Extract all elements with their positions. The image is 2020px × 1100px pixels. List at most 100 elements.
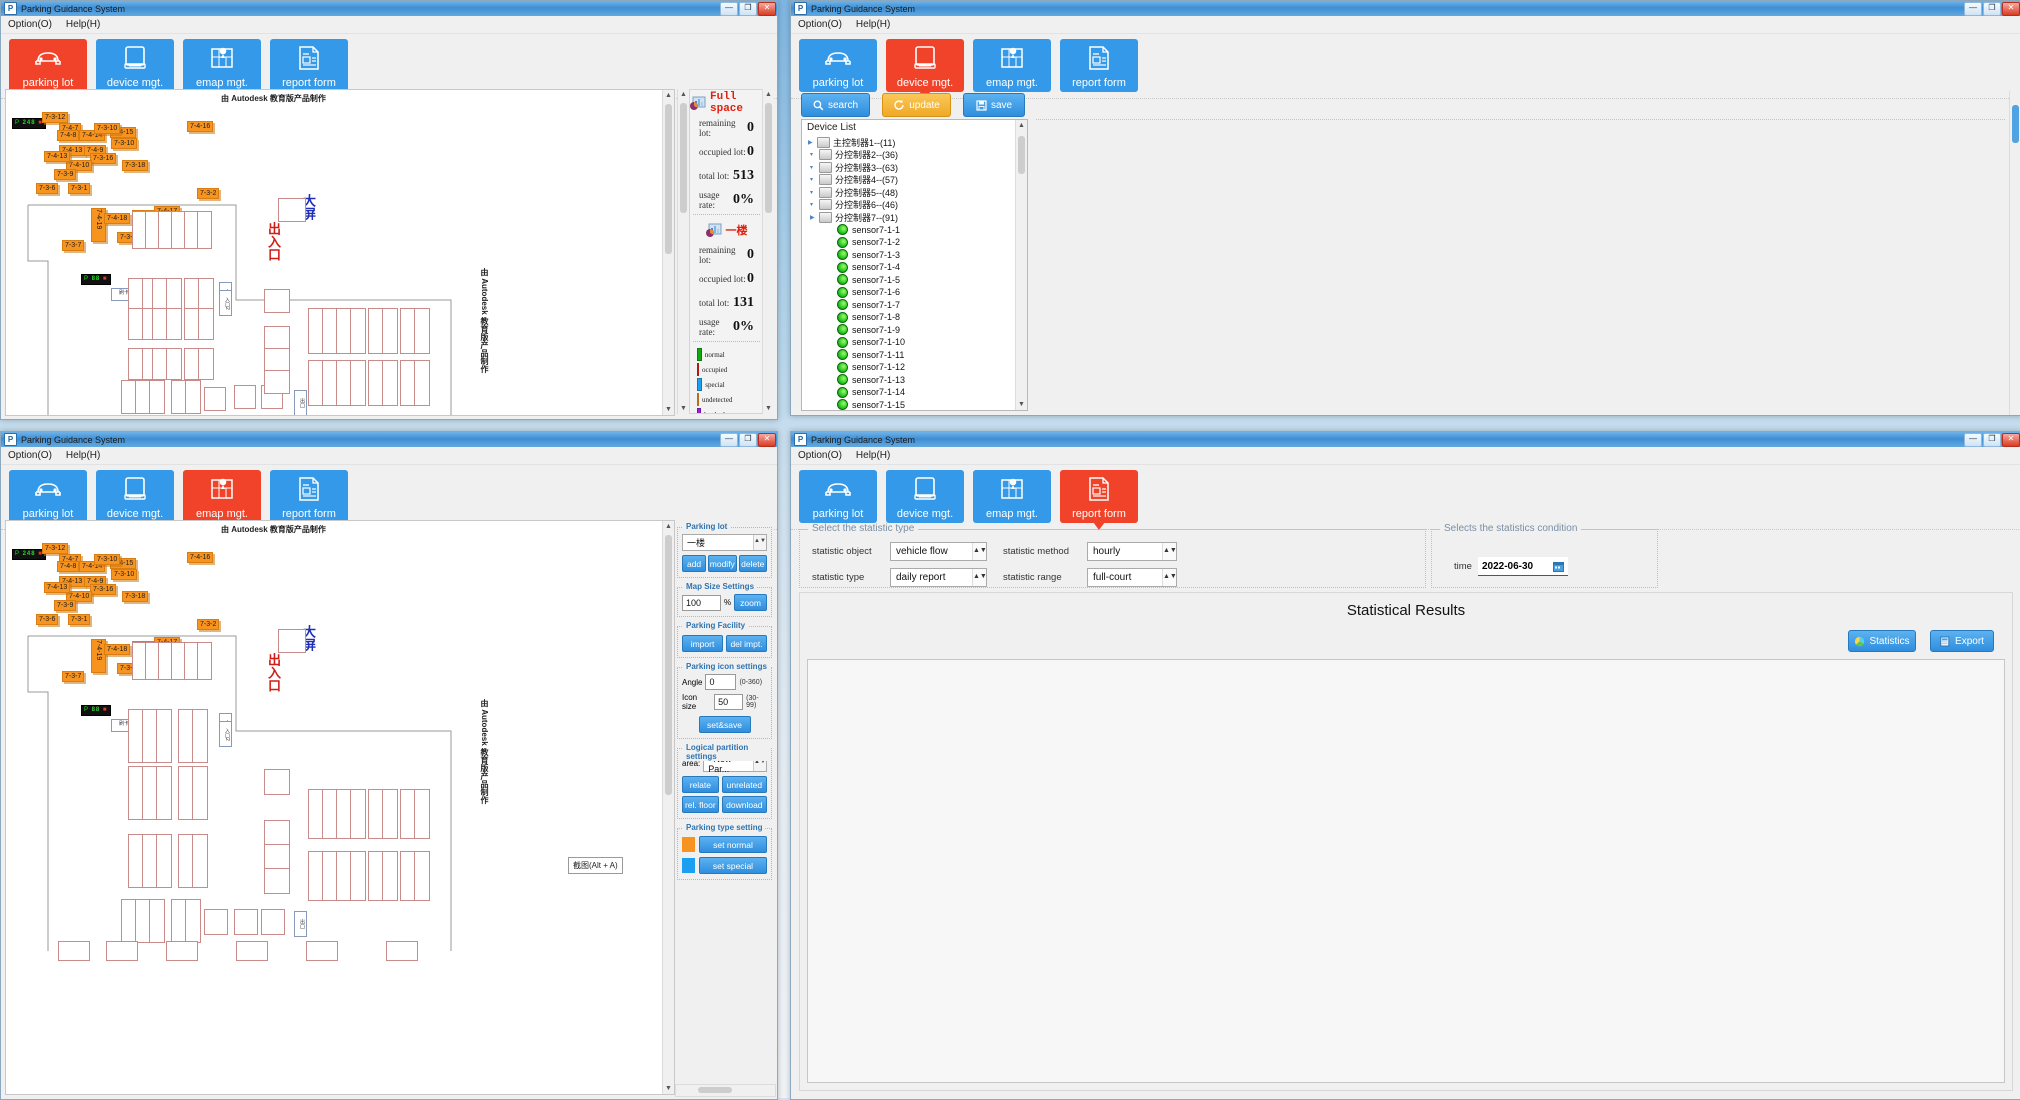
delete-button[interactable]: delete [738, 555, 767, 572]
parking-slot[interactable] [382, 789, 398, 839]
calendar-icon[interactable] [1552, 561, 1564, 572]
nav-parking-lot[interactable]: parking lot [9, 39, 87, 99]
minimize-button[interactable]: — [1964, 433, 1982, 447]
scroll-down-arrow[interactable]: ▼ [1016, 399, 1027, 410]
nav-parking-lot[interactable]: parking lot [799, 39, 877, 92]
chevron-down-icon[interactable]: ▾ [810, 189, 819, 196]
nav-device-mgt[interactable]: device mgt. [886, 470, 964, 523]
nav-device-mgt[interactable]: device mgt. [886, 39, 964, 99]
parking-slot[interactable] [350, 789, 366, 839]
tree-node-controller[interactable]: ▾ 分控制器2--(36) [802, 149, 1014, 162]
parking-slot[interactable] [204, 909, 228, 935]
chevron-down-icon[interactable]: ▾ [810, 151, 819, 158]
update-button[interactable]: update [882, 93, 951, 117]
normal-color-swatch[interactable] [682, 837, 695, 852]
parking-slot[interactable] [264, 289, 290, 313]
device-list-scrollbar[interactable]: ▲ ▼ [1015, 120, 1027, 410]
info-outer-scrollbar-right[interactable]: ▲ ▼ [762, 89, 774, 414]
statistic-object-select[interactable]: vehicle flow ▲▼ [890, 542, 987, 561]
parking-slot[interactable] [414, 851, 430, 901]
statistic-type-select[interactable]: daily report ▲▼ [890, 568, 987, 587]
parking-slot[interactable] [264, 844, 290, 870]
maximize-button[interactable]: ❐ [1983, 433, 2001, 447]
spinner-arrows[interactable]: ▲▼ [972, 543, 987, 560]
scroll-up-arrow[interactable]: ▲ [1016, 120, 1027, 131]
parking-slot[interactable] [414, 360, 430, 406]
tree-node-sensor[interactable]: sensor7-1-9 [802, 324, 1014, 337]
nav-report-form[interactable]: report form [1060, 470, 1138, 530]
menu-option[interactable]: Option(O) [8, 450, 52, 461]
rel-floor-button[interactable]: rel. floor [682, 796, 719, 813]
spinner-arrows[interactable]: ▲▼ [753, 535, 766, 550]
parking-slot[interactable] [166, 278, 182, 310]
tree-node-sensor[interactable]: sensor7-1-3 [802, 249, 1014, 262]
scroll-up-arrow[interactable]: ▲ [663, 521, 674, 532]
nav-emap-mgt[interactable]: emap mgt. [183, 39, 261, 92]
parking-slot[interactable] [156, 709, 172, 763]
export-button[interactable]: Export [1930, 630, 1994, 652]
maximize-button[interactable]: ❐ [1983, 2, 2001, 16]
results-table-area[interactable] [807, 659, 2005, 1083]
emap-vertical-scrollbar[interactable]: ▲ ▼ [662, 521, 674, 1094]
parking-slot[interactable] [382, 851, 398, 901]
set-special-button[interactable]: set special [699, 857, 767, 874]
menu-option[interactable]: Option(O) [798, 450, 842, 461]
parking-slot[interactable] [264, 370, 290, 394]
save-button[interactable]: save [963, 93, 1025, 117]
parking-slot[interactable] [198, 348, 214, 380]
chevron-right-icon[interactable]: ▶ [810, 214, 819, 221]
chevron-down-icon[interactable]: ▾ [810, 164, 819, 171]
tree-node-controller[interactable]: ▶ 主控制器1--(11) [802, 136, 1014, 149]
parking-slot[interactable] [414, 308, 430, 354]
maximize-button[interactable]: ❐ [739, 433, 757, 447]
scroll-up-arrow[interactable]: ▲ [763, 89, 774, 100]
parking-slot[interactable] [204, 387, 226, 411]
scroll-down-arrow[interactable]: ▼ [663, 404, 674, 415]
menu-help[interactable]: Help(H) [856, 450, 890, 461]
statistic-method-select[interactable]: hourly ▲▼ [1087, 542, 1177, 561]
time-input[interactable]: 2022-06-30 [1477, 557, 1568, 576]
emap-canvas[interactable]: 由 Autodesk 教育版产品制作 由 Autodesk 教育版产品制作 P … [6, 521, 662, 1094]
parking-slot[interactable] [106, 941, 138, 961]
tree-node-sensor[interactable]: sensor7-1-6 [802, 286, 1014, 299]
parking-slot[interactable] [58, 941, 90, 961]
scroll-up-arrow[interactable]: ▲ [663, 90, 674, 101]
parking-slot[interactable] [166, 308, 182, 340]
tree-node-sensor[interactable]: sensor7-1-13 [802, 374, 1014, 387]
nav-emap-mgt[interactable]: emap mgt. [183, 470, 261, 530]
nav-report-form[interactable]: report form [270, 470, 348, 523]
parking-slot[interactable] [156, 834, 172, 888]
spinner-arrows[interactable]: ▲▼ [1162, 543, 1177, 560]
statistic-range-select[interactable]: full-court ▲▼ [1087, 568, 1177, 587]
tree-node-sensor[interactable]: sensor7-1-10 [802, 336, 1014, 349]
menu-option[interactable]: Option(O) [8, 19, 52, 30]
special-color-swatch[interactable] [682, 858, 695, 873]
unrelated-button[interactable]: unrelated [721, 776, 767, 793]
statistics-button[interactable]: Statistics [1848, 630, 1916, 652]
parking-slot[interactable] [382, 360, 398, 406]
import-button[interactable]: import [682, 635, 723, 652]
chevron-right-icon[interactable]: ▶ [808, 139, 817, 146]
tree-node-sensor[interactable]: sensor7-1-8 [802, 311, 1014, 324]
add-button[interactable]: add [682, 555, 707, 572]
spinner-arrows[interactable]: ▲▼ [1162, 569, 1177, 586]
parking-slot[interactable] [198, 308, 214, 340]
info-outer-scrollbar-left[interactable]: ▲ ▼ [677, 89, 689, 414]
close-button[interactable]: ✕ [2002, 433, 2020, 447]
tree-node-sensor[interactable]: sensor7-1-12 [802, 361, 1014, 374]
parking-slot[interactable] [382, 308, 398, 354]
parking-slot[interactable] [264, 820, 290, 846]
parking-slot[interactable] [149, 899, 165, 943]
tree-node-controller[interactable]: ▾ 分控制器4--(57) [802, 174, 1014, 187]
window2-vertical-scrollbar[interactable] [2009, 91, 2020, 415]
tree-node-sensor[interactable]: sensor7-1-7 [802, 299, 1014, 312]
scroll-down-arrow[interactable]: ▼ [678, 403, 689, 414]
scroll-up-arrow[interactable]: ▲ [678, 89, 689, 100]
parking-map-canvas[interactable]: 由 Autodesk 教育版产品制作 由 Autodesk 教育版产品制作 P … [6, 90, 662, 415]
parking-slot[interactable] [261, 909, 285, 935]
scroll-down-arrow[interactable]: ▼ [763, 403, 774, 414]
parking-slot[interactable] [386, 941, 418, 961]
parking-slot[interactable] [350, 360, 366, 406]
menu-option[interactable]: Option(O) [798, 19, 842, 30]
nav-emap-mgt[interactable]: emap mgt. [973, 39, 1051, 92]
